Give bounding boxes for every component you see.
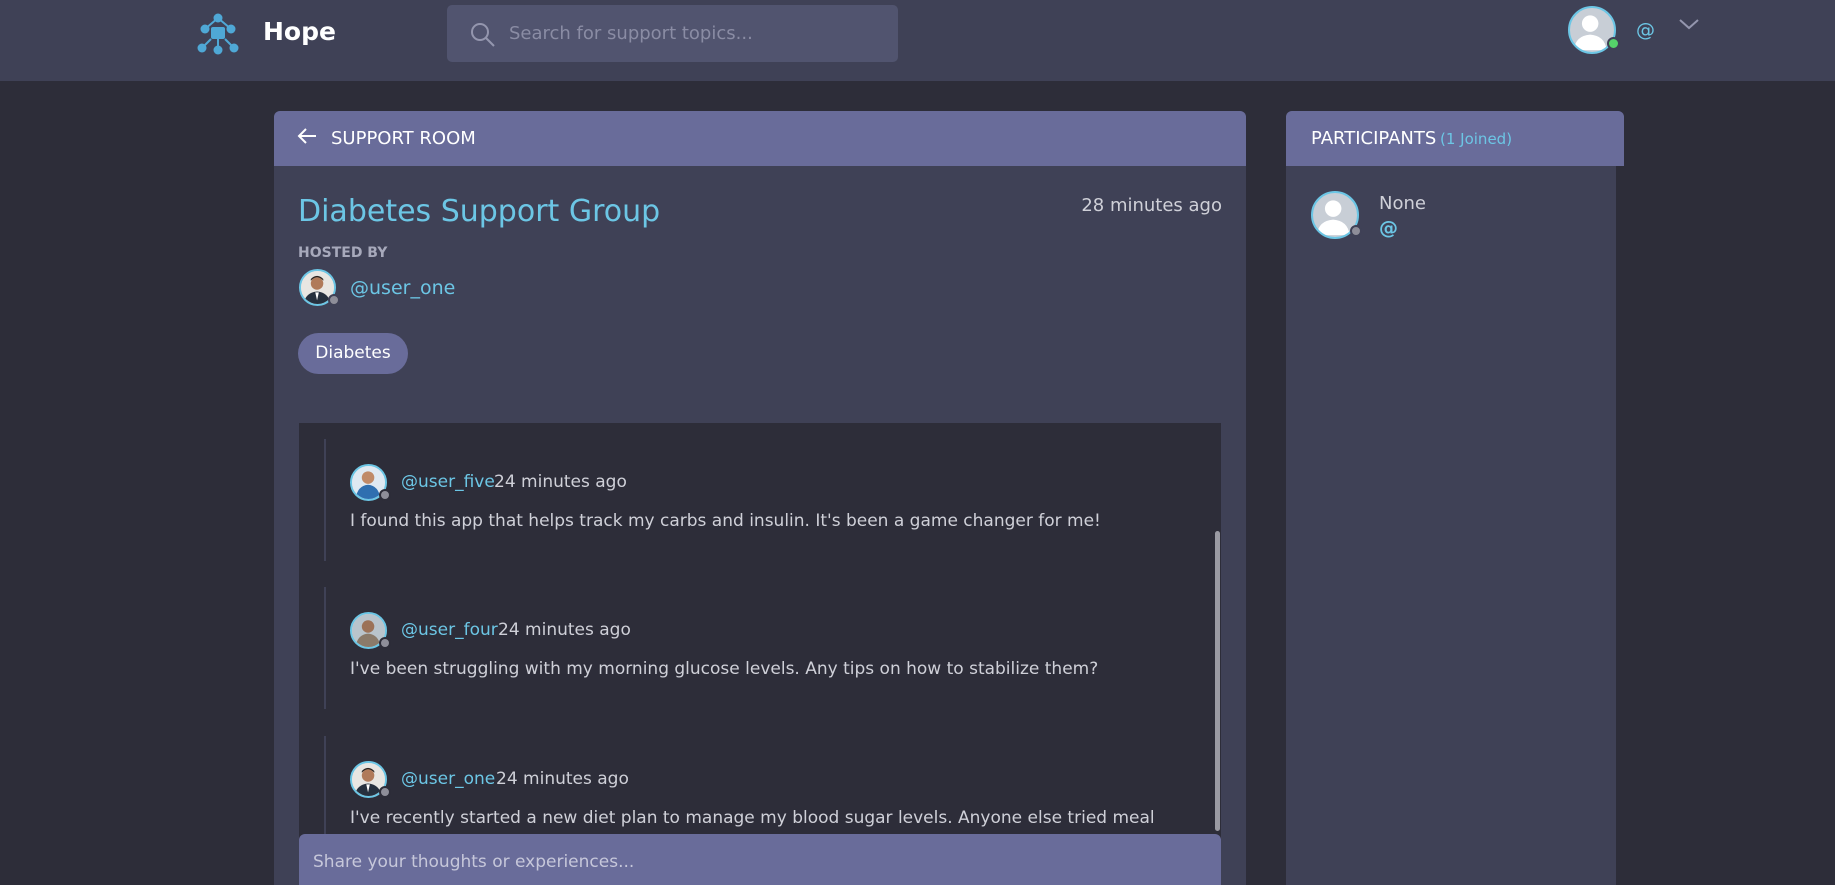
message-username[interactable]: @user_four xyxy=(401,620,498,640)
brand-name[interactable]: Hope xyxy=(263,17,336,46)
room-panel: SUPPORT ROOM Diabetes Support Group 28 m… xyxy=(274,111,1246,885)
host-status-dot xyxy=(328,294,340,306)
participant-name[interactable]: None xyxy=(1379,193,1426,214)
participants-title: PARTICIPANTS xyxy=(1311,128,1437,149)
room-title: Diabetes Support Group xyxy=(298,194,661,229)
hope-logo-icon[interactable] xyxy=(196,12,240,56)
room-created-time: 28 minutes ago xyxy=(1081,195,1222,216)
message-body: I've recently started a new diet plan to… xyxy=(350,808,1155,828)
search-bar[interactable] xyxy=(447,5,898,62)
message-username[interactable]: @user_five xyxy=(401,472,495,492)
message-composer[interactable] xyxy=(299,834,1221,885)
online-status-dot xyxy=(1607,37,1620,50)
message-item: @user_five 24 minutes ago I found this a… xyxy=(324,439,1194,561)
topic-tag[interactable]: Diabetes xyxy=(298,333,408,374)
message-time: 24 minutes ago xyxy=(494,472,627,492)
participants-count: (1 Joined) xyxy=(1440,130,1513,148)
room-header: SUPPORT ROOM xyxy=(274,111,1246,166)
message-input[interactable] xyxy=(313,834,1203,885)
search-input[interactable] xyxy=(509,5,889,62)
message-status-dot xyxy=(379,489,391,501)
top-navbar: Hope @ xyxy=(0,0,1835,81)
user-handle[interactable]: @ xyxy=(1636,19,1655,41)
back-arrow-icon[interactable] xyxy=(296,126,318,146)
message-status-dot xyxy=(379,786,391,798)
hosted-by-label: HOSTED BY xyxy=(298,245,388,261)
host-username[interactable]: @user_one xyxy=(350,277,455,299)
participants-header: PARTICIPANTS (1 Joined) xyxy=(1286,111,1624,166)
participant-status-dot xyxy=(1350,225,1362,237)
participants-panel: PARTICIPANTS (1 Joined) None @ xyxy=(1286,111,1624,885)
thread-scroll-thumb[interactable] xyxy=(1215,531,1220,831)
message-body: I found this app that helps track my car… xyxy=(350,511,1101,531)
message-time: 24 minutes ago xyxy=(498,620,631,640)
message-status-dot xyxy=(379,637,391,649)
message-username[interactable]: @user_one xyxy=(401,769,495,789)
chevron-down-icon[interactable] xyxy=(1678,16,1700,32)
message-item: @user_four 24 minutes ago I've been stru… xyxy=(324,587,1194,709)
room-header-label: SUPPORT ROOM xyxy=(331,128,476,149)
participant-handle[interactable]: @ xyxy=(1379,217,1398,239)
message-thread[interactable]: @user_five 24 minutes ago I found this a… xyxy=(299,423,1221,885)
participants-scrollbar[interactable] xyxy=(1616,166,1624,885)
message-body: I've been struggling with my morning glu… xyxy=(350,659,1099,679)
search-icon xyxy=(471,23,495,47)
message-time: 24 minutes ago xyxy=(496,769,629,789)
thread-scrollbar[interactable] xyxy=(1213,423,1221,885)
